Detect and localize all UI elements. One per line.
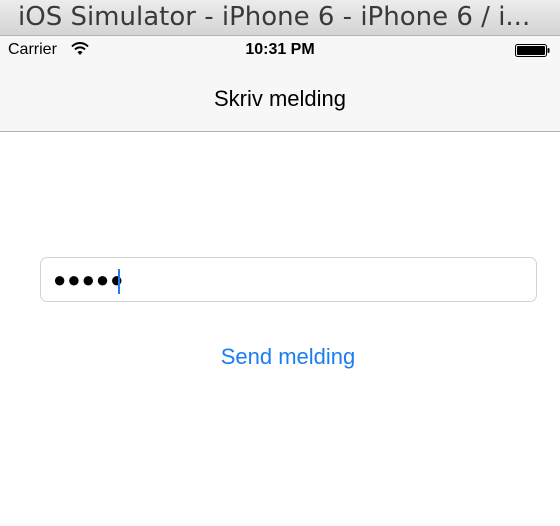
status-bar: Carrier 10:31 PM	[0, 36, 560, 64]
content-area: ●●●●● Send melding	[0, 132, 560, 526]
window-title: iOS Simulator - iPhone 6 - iPhone 6 / i.…	[18, 2, 531, 32]
password-value: ●●●●●	[53, 267, 125, 292]
send-message-button[interactable]: Send melding	[0, 344, 560, 370]
password-field[interactable]: ●●●●●	[40, 257, 537, 302]
navigation-bar: Skriv melding	[0, 64, 560, 132]
battery-icon	[515, 44, 550, 57]
window-titlebar: iOS Simulator - iPhone 6 - iPhone 6 / i.…	[0, 0, 560, 36]
nav-title: Skriv melding	[213, 86, 347, 111]
text-cursor	[118, 269, 120, 294]
status-time: 10:31 PM	[245, 41, 315, 58]
